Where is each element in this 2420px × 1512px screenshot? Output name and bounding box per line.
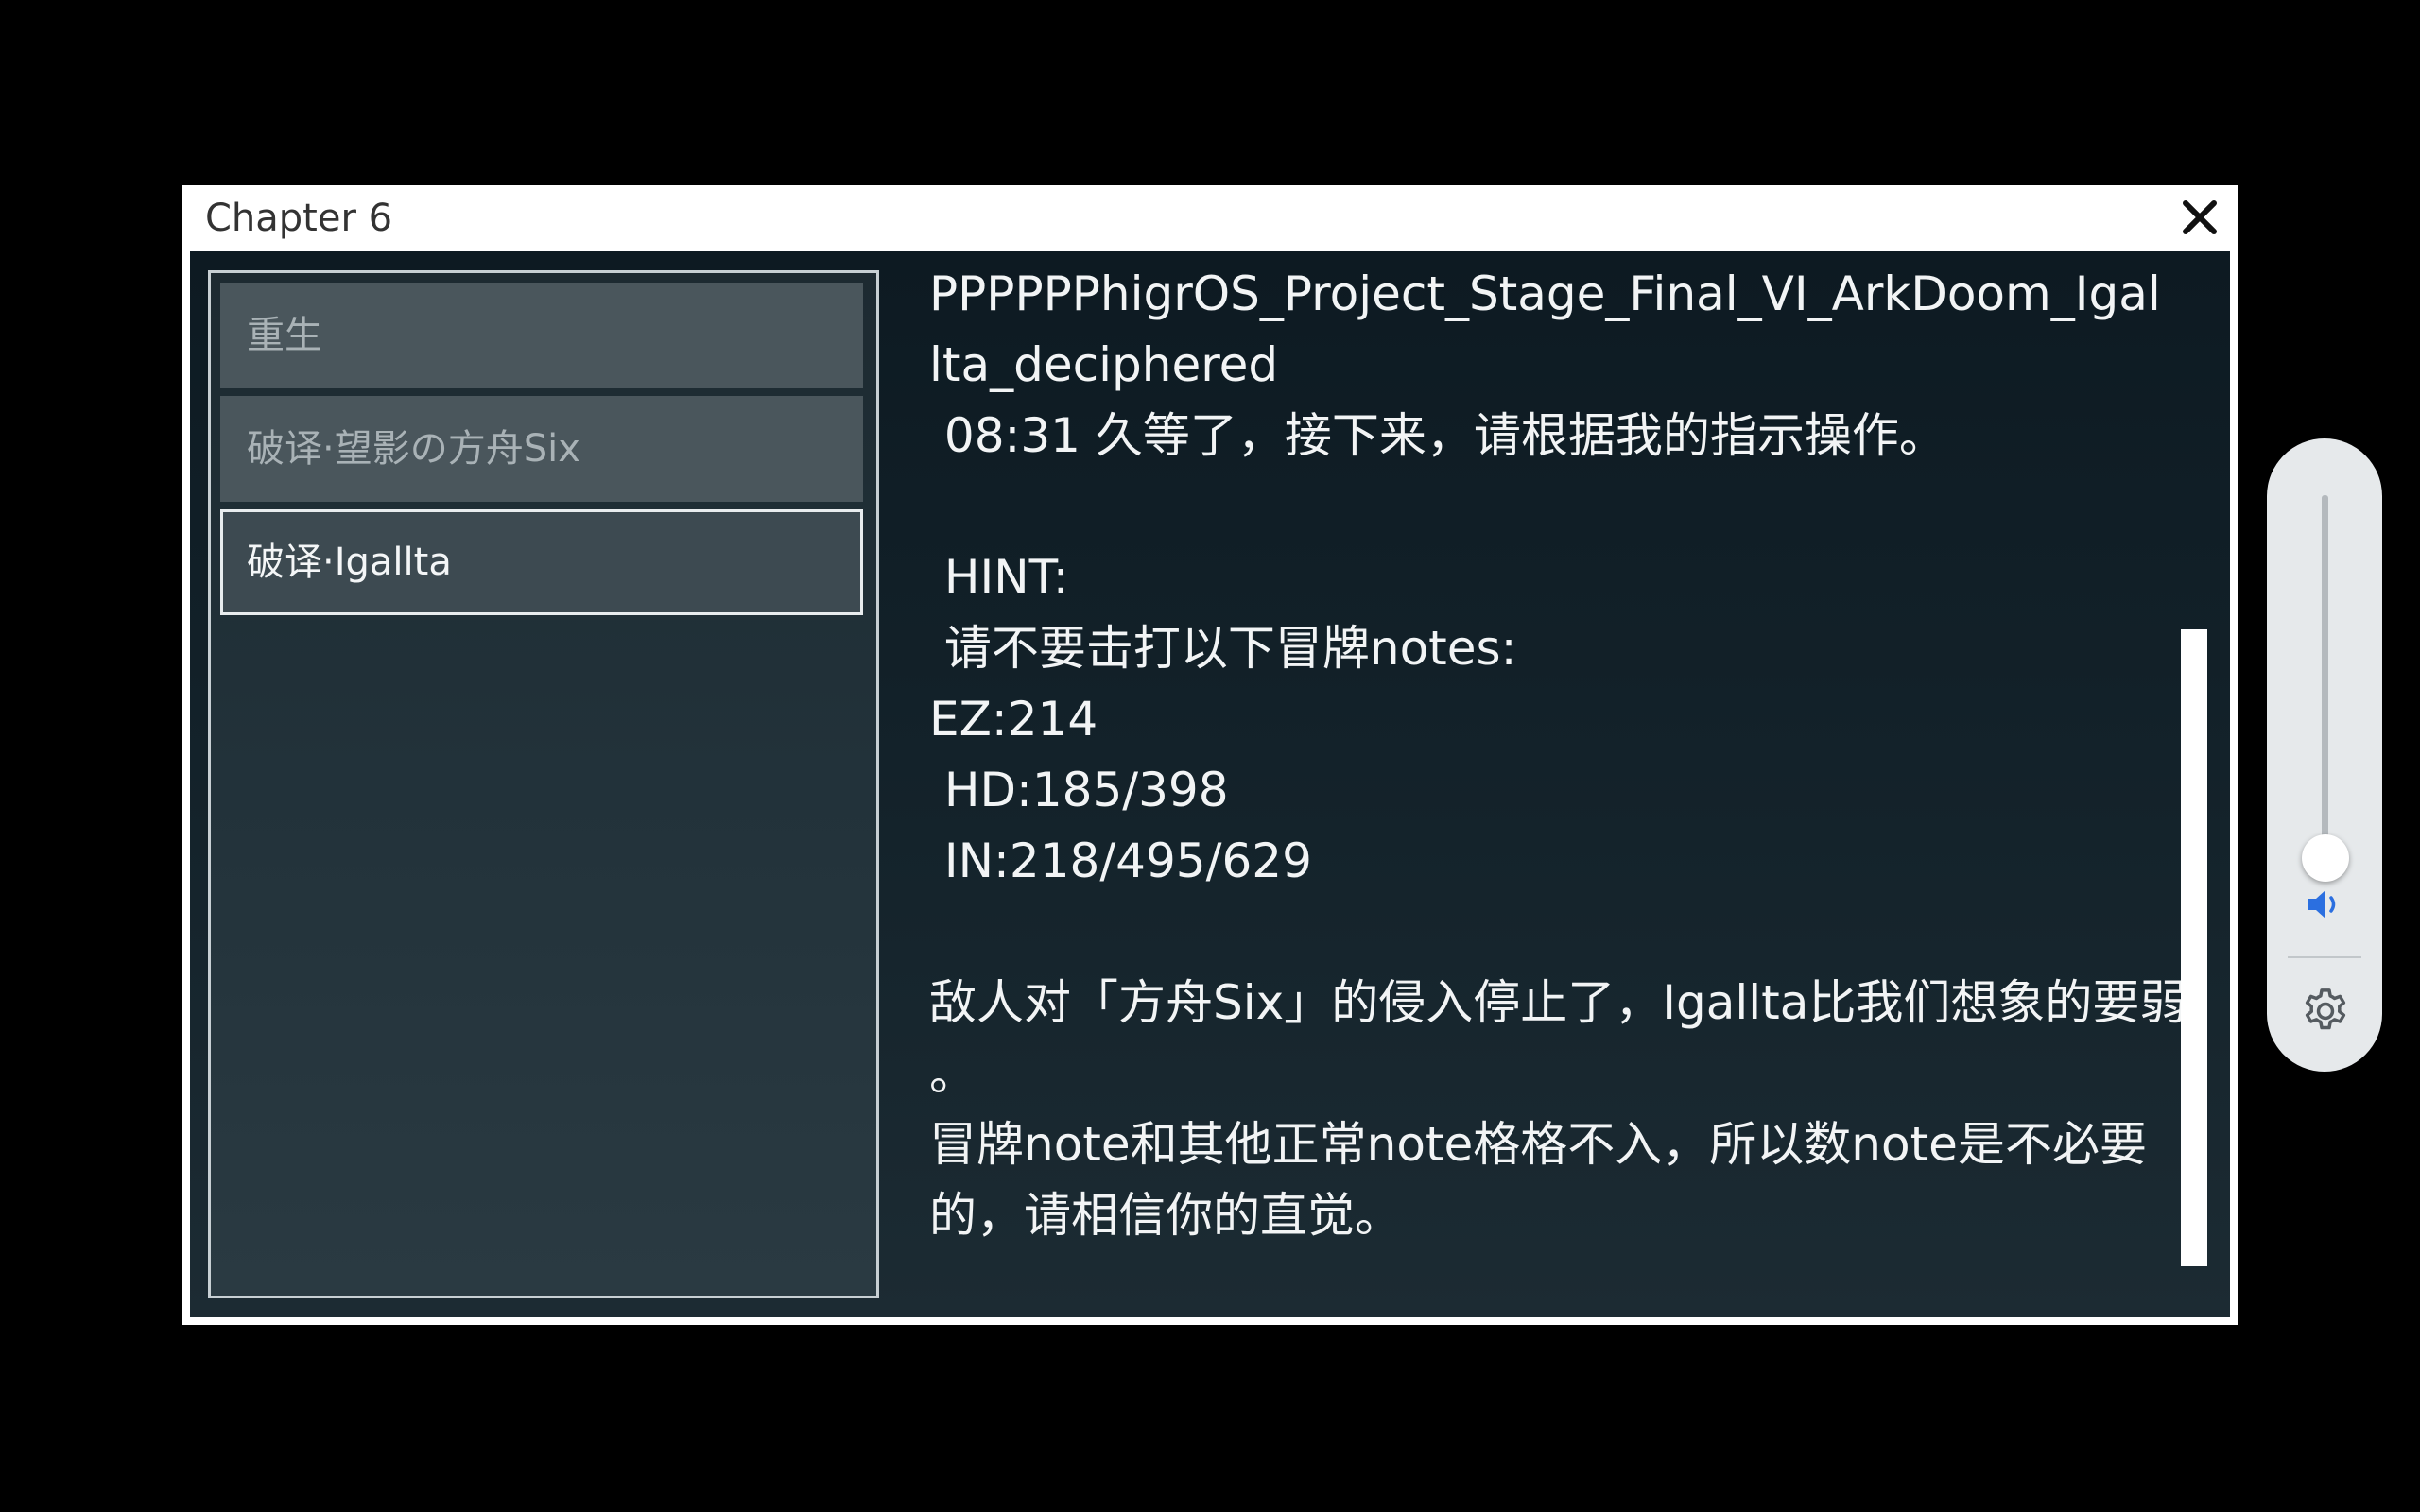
speaker-icon [2308,890,2336,919]
description-line: 。 [929,1046,977,1101]
description-line: HD:185/398 [929,763,1229,817]
description-line: PPPPPPhigrOS_Project_Stage_Final_VI_ArkD… [929,266,2161,321]
song-description: PPPPPPhigrOS_Project_Stage_Final_VI_ArkD… [929,259,2187,1289]
song-item-ark-six[interactable]: 破译·望影の方舟Six [220,396,863,502]
description-scrollbar[interactable] [2181,629,2207,1266]
volume-panel [2267,438,2382,1072]
description-line: 的，请相信你的直觉。 [929,1188,1402,1243]
description-line: 冒牌note和其他正常note格格不入，所以数note是不必要 [929,1117,2147,1172]
volume-slider-knob[interactable] [2302,834,2349,883]
chapter-dialog: Chapter 6 重生 破译·望影の方舟Six 破译·Igallta PPPP… [182,185,2238,1325]
song-item-label: 重生 [247,314,322,357]
close-icon [2183,200,2217,234]
song-item-label: 破译·望影の方舟Six [247,427,580,471]
speaker-button[interactable] [2303,883,2346,926]
description-line: EZ:214 [929,692,1098,747]
volume-slider-track[interactable] [2322,495,2328,869]
song-item-rebirth[interactable]: 重生 [220,283,863,388]
gear-icon [2305,988,2346,1030]
volume-divider [2288,956,2361,958]
description-line [929,472,2177,542]
close-button[interactable] [2175,193,2224,242]
description-line: IN:218/495/629 [929,833,1312,888]
description-line: 08:31 久等了，接下来，请根据我的指示操作。 [929,408,1946,463]
dialog-title: Chapter 6 [205,197,393,240]
dialog-body: 重生 破译·望影の方舟Six 破译·Igallta PPPPPPhigrOS_P… [190,251,2230,1317]
description-line: HINT: [929,550,1069,605]
description-line: 敌人对「方舟Six」的侵入停止了，Igallta比我们想象的要弱 [929,975,2187,1030]
song-item-label: 破译·Igallta [247,541,452,584]
description-line [929,897,2177,968]
dialog-titlebar: Chapter 6 [182,185,2238,251]
settings-button[interactable] [2299,985,2352,1038]
screen: Chapter 6 重生 破译·望影の方舟Six 破译·Igallta PPPP… [0,0,2420,1512]
description-line: lta_deciphered [929,337,1279,392]
description-line: 请不要击打以下冒牌notes: [929,621,1517,676]
song-list: 重生 破译·望影の方舟Six 破译·Igallta [208,270,879,1298]
song-item-igallta[interactable]: 破译·Igallta [220,509,863,615]
